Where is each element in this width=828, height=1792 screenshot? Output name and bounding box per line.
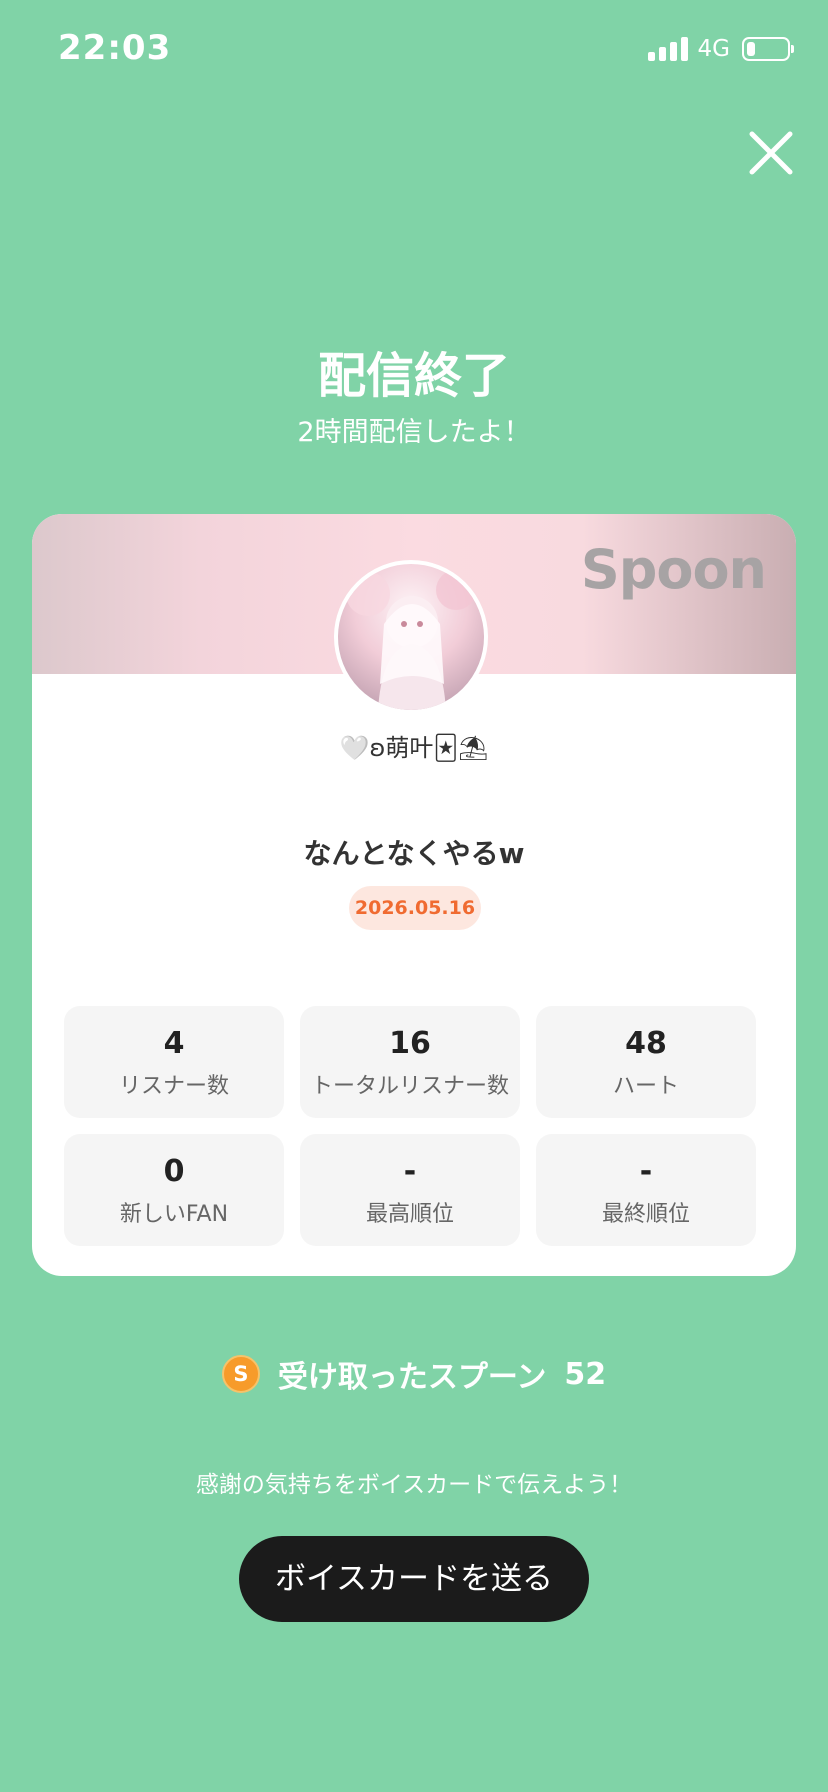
avatar-image bbox=[346, 570, 476, 710]
close-icon bbox=[749, 131, 793, 175]
stream-title: なんとなくやるw bbox=[303, 837, 525, 870]
status-indicators: 4G bbox=[647, 36, 794, 62]
date-badge: 2026.05.16 bbox=[349, 886, 481, 930]
spoons-label: 受け取ったスプーン bbox=[277, 1360, 547, 1395]
stat-highest-rank: - 最高順位 bbox=[300, 1134, 520, 1246]
close-button[interactable] bbox=[746, 128, 796, 178]
stat-listeners: 4 リスナー数 bbox=[64, 1006, 284, 1118]
stat-label: ハート bbox=[612, 1074, 679, 1099]
stat-label: 最終順位 bbox=[601, 1202, 690, 1227]
username: 🤍ʚ萌叶🃏⛱ bbox=[339, 734, 489, 762]
stat-final-rank: - 最終順位 bbox=[536, 1134, 756, 1246]
page-title: 配信終了 bbox=[317, 348, 510, 404]
status-time: 22:03 bbox=[58, 28, 172, 68]
status-bar: 22:03 4G bbox=[0, 0, 828, 100]
thanks-message: 感謝の気持ちをボイスカードで伝えよう！ bbox=[195, 1472, 633, 1498]
network-label: 4G bbox=[697, 36, 730, 62]
spoon-coin-icon: S bbox=[221, 1355, 260, 1393]
send-voice-card-button[interactable]: ボイスカードを送る bbox=[239, 1536, 589, 1622]
stat-label: 新しいFAN bbox=[119, 1202, 229, 1227]
page-subtitle: 2時間配信したよ！ bbox=[297, 417, 531, 448]
stat-label: リスナー数 bbox=[118, 1074, 229, 1099]
stats-grid: 4 リスナー数 16 トータルリスナー数 48 ハート 0 新しいFAN - 最… bbox=[64, 1006, 764, 1246]
avatar[interactable] bbox=[334, 560, 488, 714]
spoons-count: 52 bbox=[564, 1356, 607, 1392]
stat-total-listeners: 16 トータルリスナー数 bbox=[300, 1006, 520, 1118]
broadcast-summary-card: Spoon 🤍ʚ萌叶🃏⛱ なんとなくやるw 2026.05.16 4 リスナー数… bbox=[32, 514, 796, 1276]
stat-hearts: 48 ハート bbox=[536, 1006, 756, 1118]
stat-label: 最高順位 bbox=[365, 1202, 454, 1227]
signal-icon bbox=[647, 37, 688, 61]
stat-value: 48 bbox=[625, 1026, 667, 1061]
battery-fill bbox=[747, 42, 755, 56]
stat-label: トータルリスナー数 bbox=[310, 1074, 509, 1099]
stat-value: - bbox=[403, 1154, 417, 1189]
stat-value: 16 bbox=[389, 1026, 431, 1061]
stat-value: - bbox=[639, 1154, 653, 1189]
battery-icon bbox=[742, 37, 794, 61]
stat-value: 4 bbox=[163, 1026, 185, 1061]
stat-value: 0 bbox=[163, 1154, 185, 1189]
stat-new-fans: 0 新しいFAN bbox=[64, 1134, 284, 1246]
received-spoons: S 受け取ったスプーン 52 bbox=[0, 1352, 828, 1396]
spoon-logo: Spoon bbox=[580, 538, 767, 601]
